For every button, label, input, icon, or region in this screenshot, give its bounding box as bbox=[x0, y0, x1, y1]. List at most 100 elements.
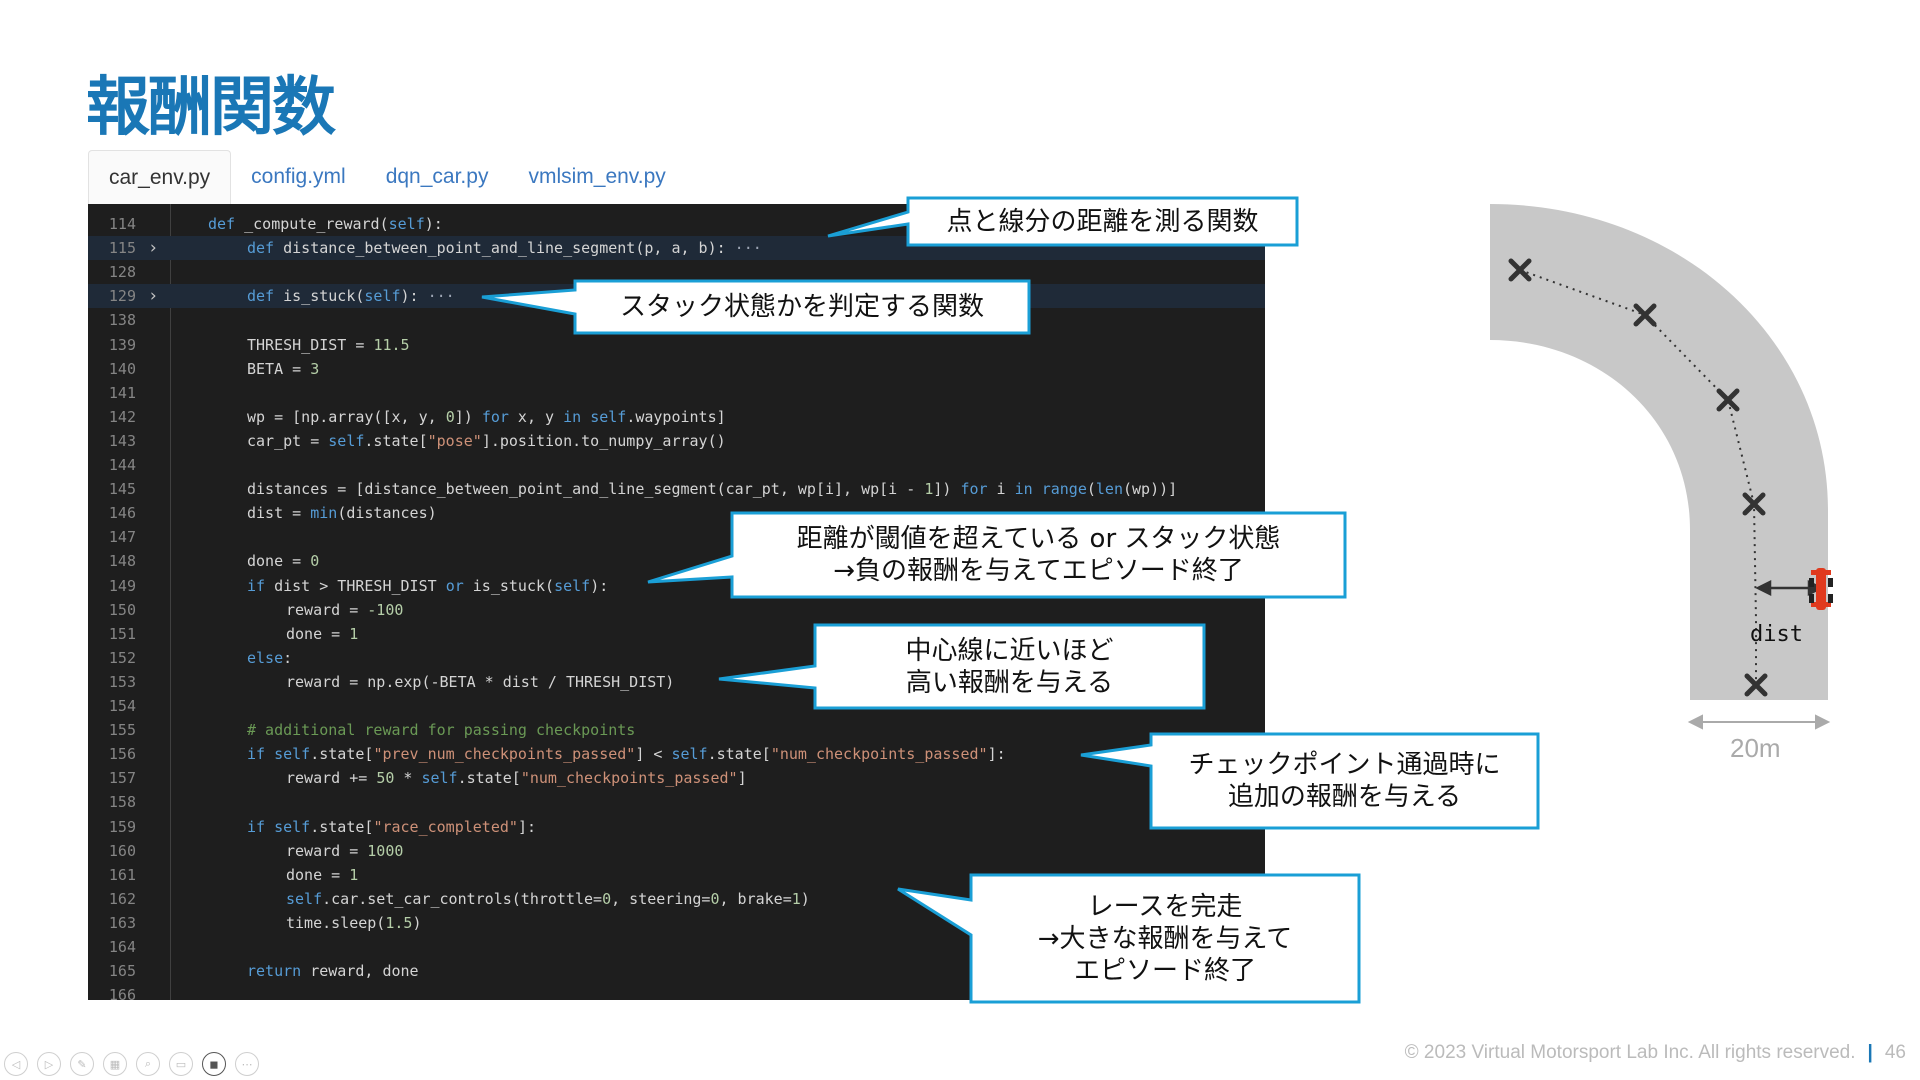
track-diagram bbox=[1490, 200, 1833, 730]
page-title: 報酬関数 bbox=[86, 71, 336, 145]
code-text: done = 1 bbox=[286, 624, 359, 643]
code-line[interactable]: 156 if self.state["prev_num_checkpoints_p… bbox=[88, 742, 1265, 766]
file-tabs: car_env.py config.yml dqn_car.py vmlsim_… bbox=[88, 149, 686, 204]
line-number: 147 bbox=[108, 528, 136, 547]
code-text: if self.state["race_completed"]: bbox=[247, 817, 536, 836]
line-number: 152 bbox=[108, 648, 136, 667]
code-line[interactable]: 144 bbox=[88, 453, 1265, 477]
tab-config[interactable]: config.yml bbox=[231, 150, 366, 204]
code-text: if self.state["prev_num_checkpoints_pass… bbox=[247, 745, 1006, 764]
page-number: 46 bbox=[1884, 1042, 1906, 1063]
more-options-icon[interactable]: ⋯ bbox=[235, 1052, 259, 1076]
line-number: 154 bbox=[108, 697, 136, 715]
line-number: 144 bbox=[108, 456, 136, 474]
callout-text: 点と線分の距離を測る関数 bbox=[946, 206, 1259, 237]
callout-text: レースを完走 →大きな報酬を与えて エピソード終了 bbox=[1037, 891, 1293, 986]
code-text: def distance_between_point_and_line_segm… bbox=[247, 239, 762, 258]
code-text: wp = [np.array([x, y, 0]) for x, y in se… bbox=[247, 407, 726, 426]
subtitle-icon[interactable]: ▭ bbox=[169, 1052, 193, 1076]
code-text: else: bbox=[247, 648, 293, 667]
scale-label: 20m bbox=[1730, 733, 1781, 763]
tab-vmlsim-env[interactable]: vmlsim_env.py bbox=[508, 150, 685, 204]
code-line[interactable]: 142 wp = [np.array([x, y, 0]) for x, y in… bbox=[88, 405, 1265, 429]
line-number: 151 bbox=[108, 624, 136, 643]
line-number: 138 bbox=[108, 311, 136, 330]
copyright-text: © 2023 Virtual Motorsport Lab Inc. All r… bbox=[1404, 1042, 1856, 1063]
code-text: distances = [distance_between_point_and_… bbox=[247, 480, 1178, 499]
slide-controls: ◁ ▷ ✎ ▦ ⌕ ▭ ◼ ⋯ bbox=[4, 1052, 259, 1076]
code-text: time.sleep(1.5) bbox=[286, 913, 422, 932]
line-number: 149 bbox=[108, 576, 136, 595]
code-text: reward = np.exp(-BETA * dist / THRESH_DI… bbox=[286, 672, 675, 691]
line-number: 115 bbox=[108, 239, 136, 258]
code-text: if dist > THRESH_DIST or is_stuck(self): bbox=[247, 576, 609, 595]
line-number: 148 bbox=[108, 552, 136, 571]
line-number: 163 bbox=[108, 913, 136, 932]
line-number: 164 bbox=[108, 938, 136, 956]
code-line[interactable]: 141 bbox=[88, 381, 1265, 405]
line-number: 160 bbox=[108, 841, 136, 860]
code-text: reward = -100 bbox=[286, 600, 404, 619]
line-number: 157 bbox=[108, 769, 136, 788]
code-text: done = 0 bbox=[247, 552, 320, 571]
code-line[interactable]: 150 reward = -100 bbox=[88, 598, 1265, 622]
tab-car-env[interactable]: car_env.py bbox=[88, 150, 232, 204]
dist-label: dist bbox=[1750, 622, 1803, 647]
callout-text: 距離が閾値を超えている or スタック状態 →負の報酬を与えてエピソード終了 bbox=[796, 524, 1281, 586]
code-line[interactable]: 155 # additional reward for passing check… bbox=[88, 718, 1265, 742]
code-text: # additional reward for passing checkpoi… bbox=[247, 721, 636, 740]
code-line[interactable]: 159 if self.state["race_completed"]: bbox=[88, 815, 1265, 839]
line-number: 161 bbox=[108, 865, 136, 884]
code-text: reward += 50 * self.state["num_checkpoin… bbox=[286, 769, 747, 788]
line-number: 155 bbox=[108, 721, 136, 740]
code-text: def _compute_reward(self): bbox=[208, 215, 443, 233]
line-number: 141 bbox=[108, 383, 136, 402]
scale-arrow bbox=[1687, 714, 1831, 730]
code-text: self.car.set_car_controls(throttle=0, st… bbox=[286, 889, 810, 908]
callout-text: 中心線に近いほど 高い報酬を与える bbox=[905, 635, 1114, 698]
fold-chevron-icon[interactable]: › bbox=[148, 236, 158, 260]
line-number: 114 bbox=[108, 215, 136, 233]
camera-icon[interactable]: ◼ bbox=[202, 1052, 226, 1076]
line-number: 129 bbox=[108, 287, 136, 306]
pen-icon[interactable]: ✎ bbox=[70, 1052, 94, 1076]
next-slide-icon[interactable]: ▷ bbox=[37, 1052, 61, 1076]
line-number: 146 bbox=[108, 504, 136, 523]
line-number: 139 bbox=[108, 335, 136, 354]
line-number: 153 bbox=[108, 672, 136, 691]
prev-slide-icon[interactable]: ◁ bbox=[4, 1052, 28, 1076]
code-text: THRESH_DIST = 11.5 bbox=[247, 335, 410, 354]
code-line[interactable]: 140 BETA = 3 bbox=[88, 357, 1265, 381]
code-text: BETA = 3 bbox=[247, 359, 320, 378]
zoom-icon[interactable]: ⌕ bbox=[136, 1052, 160, 1076]
line-number: 162 bbox=[108, 889, 136, 908]
code-line[interactable]: 158 bbox=[88, 790, 1265, 814]
line-number: 166 bbox=[108, 986, 136, 1000]
line-number: 145 bbox=[108, 480, 136, 499]
code-text: return reward, done bbox=[247, 962, 419, 981]
code-text: done = 1 bbox=[286, 865, 359, 884]
line-number: 156 bbox=[108, 745, 136, 764]
code-line[interactable]: 157 reward += 50 * self.state["num_checkp… bbox=[88, 766, 1265, 790]
line-number: 140 bbox=[108, 359, 136, 378]
callout-text: スタック状態かを判定する関数 bbox=[619, 292, 984, 322]
code-line[interactable]: 160 reward = 1000 bbox=[88, 839, 1265, 863]
line-number: 159 bbox=[108, 817, 136, 836]
code-text: def is_stuck(self): ··· bbox=[247, 287, 455, 306]
tab-dqn-car[interactable]: dqn_car.py bbox=[366, 150, 509, 204]
code-text: dist = min(distances) bbox=[247, 504, 437, 523]
line-number: 143 bbox=[108, 431, 136, 450]
code-line[interactable]: 145 distances = [distance_between_point_a… bbox=[88, 477, 1265, 501]
line-number: 128 bbox=[108, 263, 136, 282]
line-number: 150 bbox=[108, 600, 136, 619]
line-number: 142 bbox=[108, 407, 136, 426]
slides-grid-icon[interactable]: ▦ bbox=[103, 1052, 127, 1076]
code-text: car_pt = self.state["pose"].position.to_… bbox=[247, 431, 726, 450]
line-number: 158 bbox=[108, 793, 136, 812]
fold-chevron-icon[interactable]: › bbox=[148, 284, 158, 308]
code-line[interactable]: 139 THRESH_DIST = 11.5 bbox=[88, 333, 1265, 357]
code-line[interactable]: 143 car_pt = self.state["pose"].position.… bbox=[88, 429, 1265, 453]
footer-divider: | bbox=[1867, 1042, 1873, 1063]
code-text: reward = 1000 bbox=[286, 841, 404, 860]
line-number: 165 bbox=[108, 962, 136, 981]
